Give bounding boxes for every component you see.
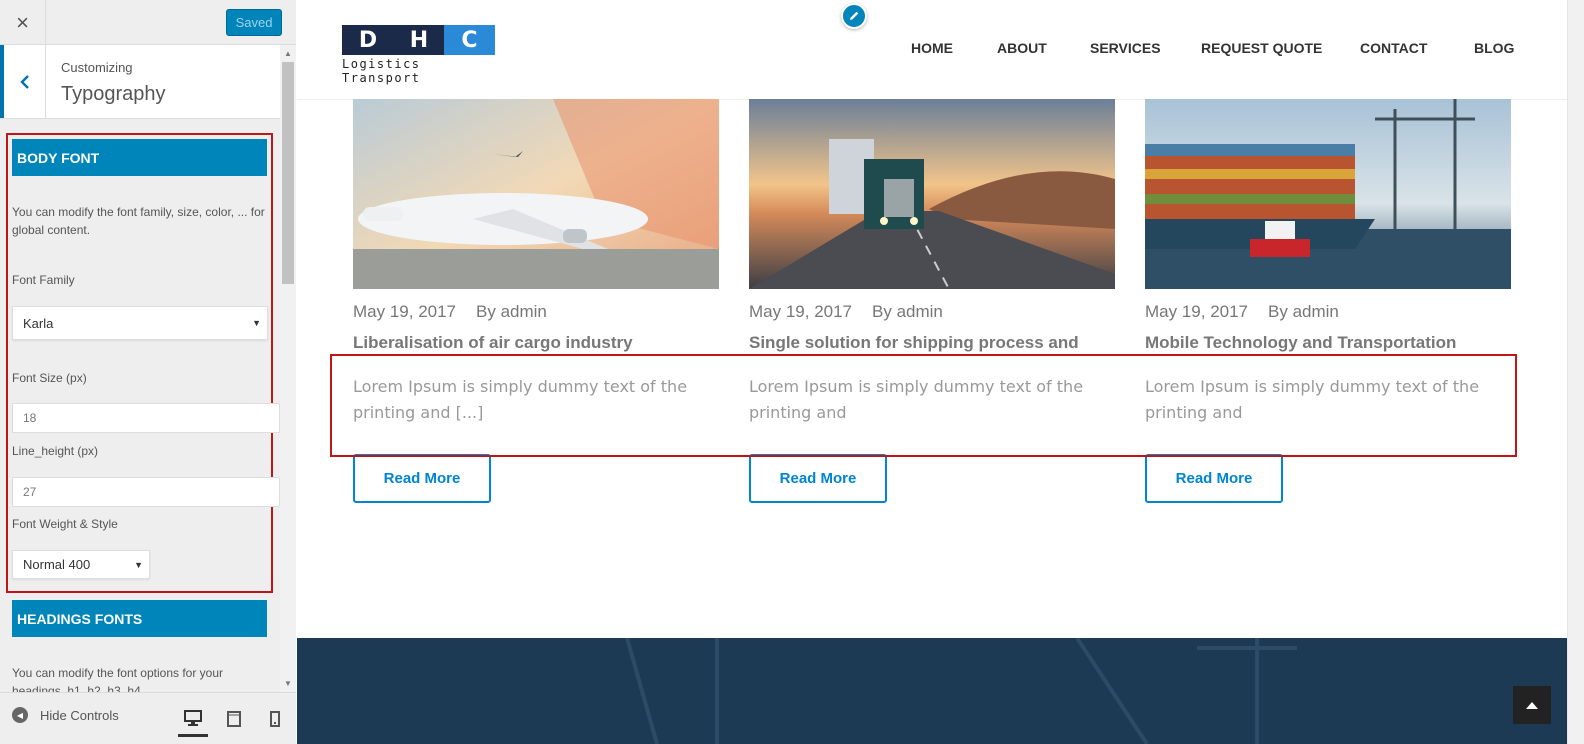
logo-letter-d: D — [342, 25, 394, 55]
nav-blog[interactable]: BLOG — [1474, 40, 1514, 56]
read-more-button[interactable]: Read More — [1145, 454, 1283, 503]
customizer-top-bar: × Saved — [0, 0, 296, 45]
site-preview: D H C Logistics Transport HOME ABOUT SER… — [297, 0, 1584, 744]
nav-home[interactable]: HOME — [911, 40, 953, 56]
post-meta: May 19, 2017 By admin — [353, 302, 719, 326]
font-size-label: Font Size (px) — [12, 371, 87, 385]
post-title[interactable]: Liberalisation of air cargo industry — [353, 333, 719, 355]
edit-shortcut-button[interactable] — [841, 3, 867, 29]
post-image-cargo-ship[interactable] — [1145, 99, 1511, 289]
font-weight-select[interactable]: Normal 400 ▼ — [12, 550, 150, 579]
tablet-preview-button[interactable] — [219, 701, 249, 737]
close-icon: × — [16, 9, 29, 35]
post-title[interactable]: Single solution for shipping process and — [749, 333, 1115, 355]
pencil-icon — [850, 11, 859, 20]
close-customizer-button[interactable]: × — [0, 0, 46, 45]
nav-contact[interactable]: CONTACT — [1360, 40, 1427, 56]
post-meta: May 19, 2017 By admin — [1145, 302, 1511, 326]
logo-letter-c: C — [444, 25, 495, 55]
hide-controls-button[interactable]: ◀ Hide Controls — [12, 707, 119, 723]
preview-scrollbar[interactable] — [1567, 0, 1584, 744]
read-more-button[interactable]: Read More — [749, 454, 887, 503]
back-button[interactable] — [0, 45, 46, 118]
site-header: D H C Logistics Transport HOME ABOUT SER… — [297, 0, 1567, 100]
post-image-truck[interactable] — [749, 99, 1115, 289]
logo-tagline: Logistics Transport — [342, 57, 421, 85]
body-font-description: You can modify the font family, size, co… — [12, 205, 265, 237]
post-author[interactable]: By admin — [872, 302, 943, 321]
nav-about[interactable]: ABOUT — [997, 40, 1047, 56]
font-size-input[interactable]: 18 — [12, 403, 280, 433]
font-family-value: Karla — [23, 315, 54, 331]
post-meta: May 19, 2017 By admin — [749, 302, 1115, 326]
post-image-airplane[interactable] — [353, 99, 719, 289]
post-author[interactable]: By admin — [476, 302, 547, 321]
sidebar-scroll-thumb[interactable] — [282, 62, 294, 284]
desktop-icon — [184, 709, 202, 726]
collapse-arrow-icon: ◀ — [12, 707, 28, 723]
scroll-down-arrow-icon[interactable]: ▼ — [280, 676, 296, 690]
font-weight-value: Normal 400 — [23, 557, 91, 572]
excerpt-highlight — [330, 354, 1517, 457]
chevron-up-icon — [1526, 702, 1538, 709]
dropdown-arrow-icon: ▼ — [252, 318, 261, 328]
dropdown-arrow-icon: ▼ — [134, 559, 143, 570]
desktop-preview-button[interactable] — [178, 701, 208, 737]
logo-letters: D H C — [342, 25, 495, 55]
footer-band — [297, 638, 1567, 744]
customizer-footer: ◀ Hide Controls — [0, 692, 296, 744]
section-title: Typography — [61, 83, 166, 105]
font-weight-label: Font Weight & Style — [12, 517, 118, 531]
font-family-select[interactable]: Karla ▼ — [12, 306, 268, 340]
body-font-heading[interactable]: BODY FONT — [12, 139, 267, 176]
site-logo[interactable]: D H C Logistics Transport — [342, 25, 495, 85]
mobile-preview-button[interactable] — [260, 701, 290, 737]
chevron-left-icon — [19, 74, 29, 89]
line-height-label: Line_height (px) — [12, 444, 99, 458]
headings-fonts-description: You can modify the font options for your… — [12, 666, 224, 692]
nav-request-quote[interactable]: REQUEST QUOTE — [1201, 40, 1322, 56]
post-date: May 19, 2017 — [749, 302, 853, 321]
post-date: May 19, 2017 — [353, 302, 457, 321]
line-height-value: 27 — [23, 485, 37, 499]
post-author[interactable]: By admin — [1268, 302, 1339, 321]
line-height-input[interactable]: 27 — [12, 477, 280, 507]
saved-button[interactable]: Saved — [226, 9, 282, 36]
font-family-label: Font Family — [12, 273, 75, 287]
headings-fonts-heading[interactable]: HEADINGS FONTS — [12, 600, 267, 637]
read-more-button[interactable]: Read More — [353, 454, 491, 503]
post-date: May 19, 2017 — [1145, 302, 1249, 321]
customizer-sidebar: × Saved Customizing Typography ▲ ▼ BODY … — [0, 0, 296, 744]
mobile-icon — [270, 711, 280, 727]
tablet-icon — [227, 711, 241, 727]
back-to-top-button[interactable] — [1513, 686, 1551, 724]
section-header: Customizing Typography — [0, 45, 280, 119]
scroll-up-arrow-icon[interactable]: ▲ — [280, 46, 296, 60]
hide-controls-label: Hide Controls — [40, 707, 119, 723]
nav-services[interactable]: SERVICES — [1090, 40, 1161, 56]
breadcrumb: Customizing — [61, 60, 133, 75]
logo-letter-h: H — [394, 25, 444, 55]
font-size-value: 18 — [23, 411, 37, 425]
post-title[interactable]: Mobile Technology and Transportation — [1145, 333, 1511, 355]
